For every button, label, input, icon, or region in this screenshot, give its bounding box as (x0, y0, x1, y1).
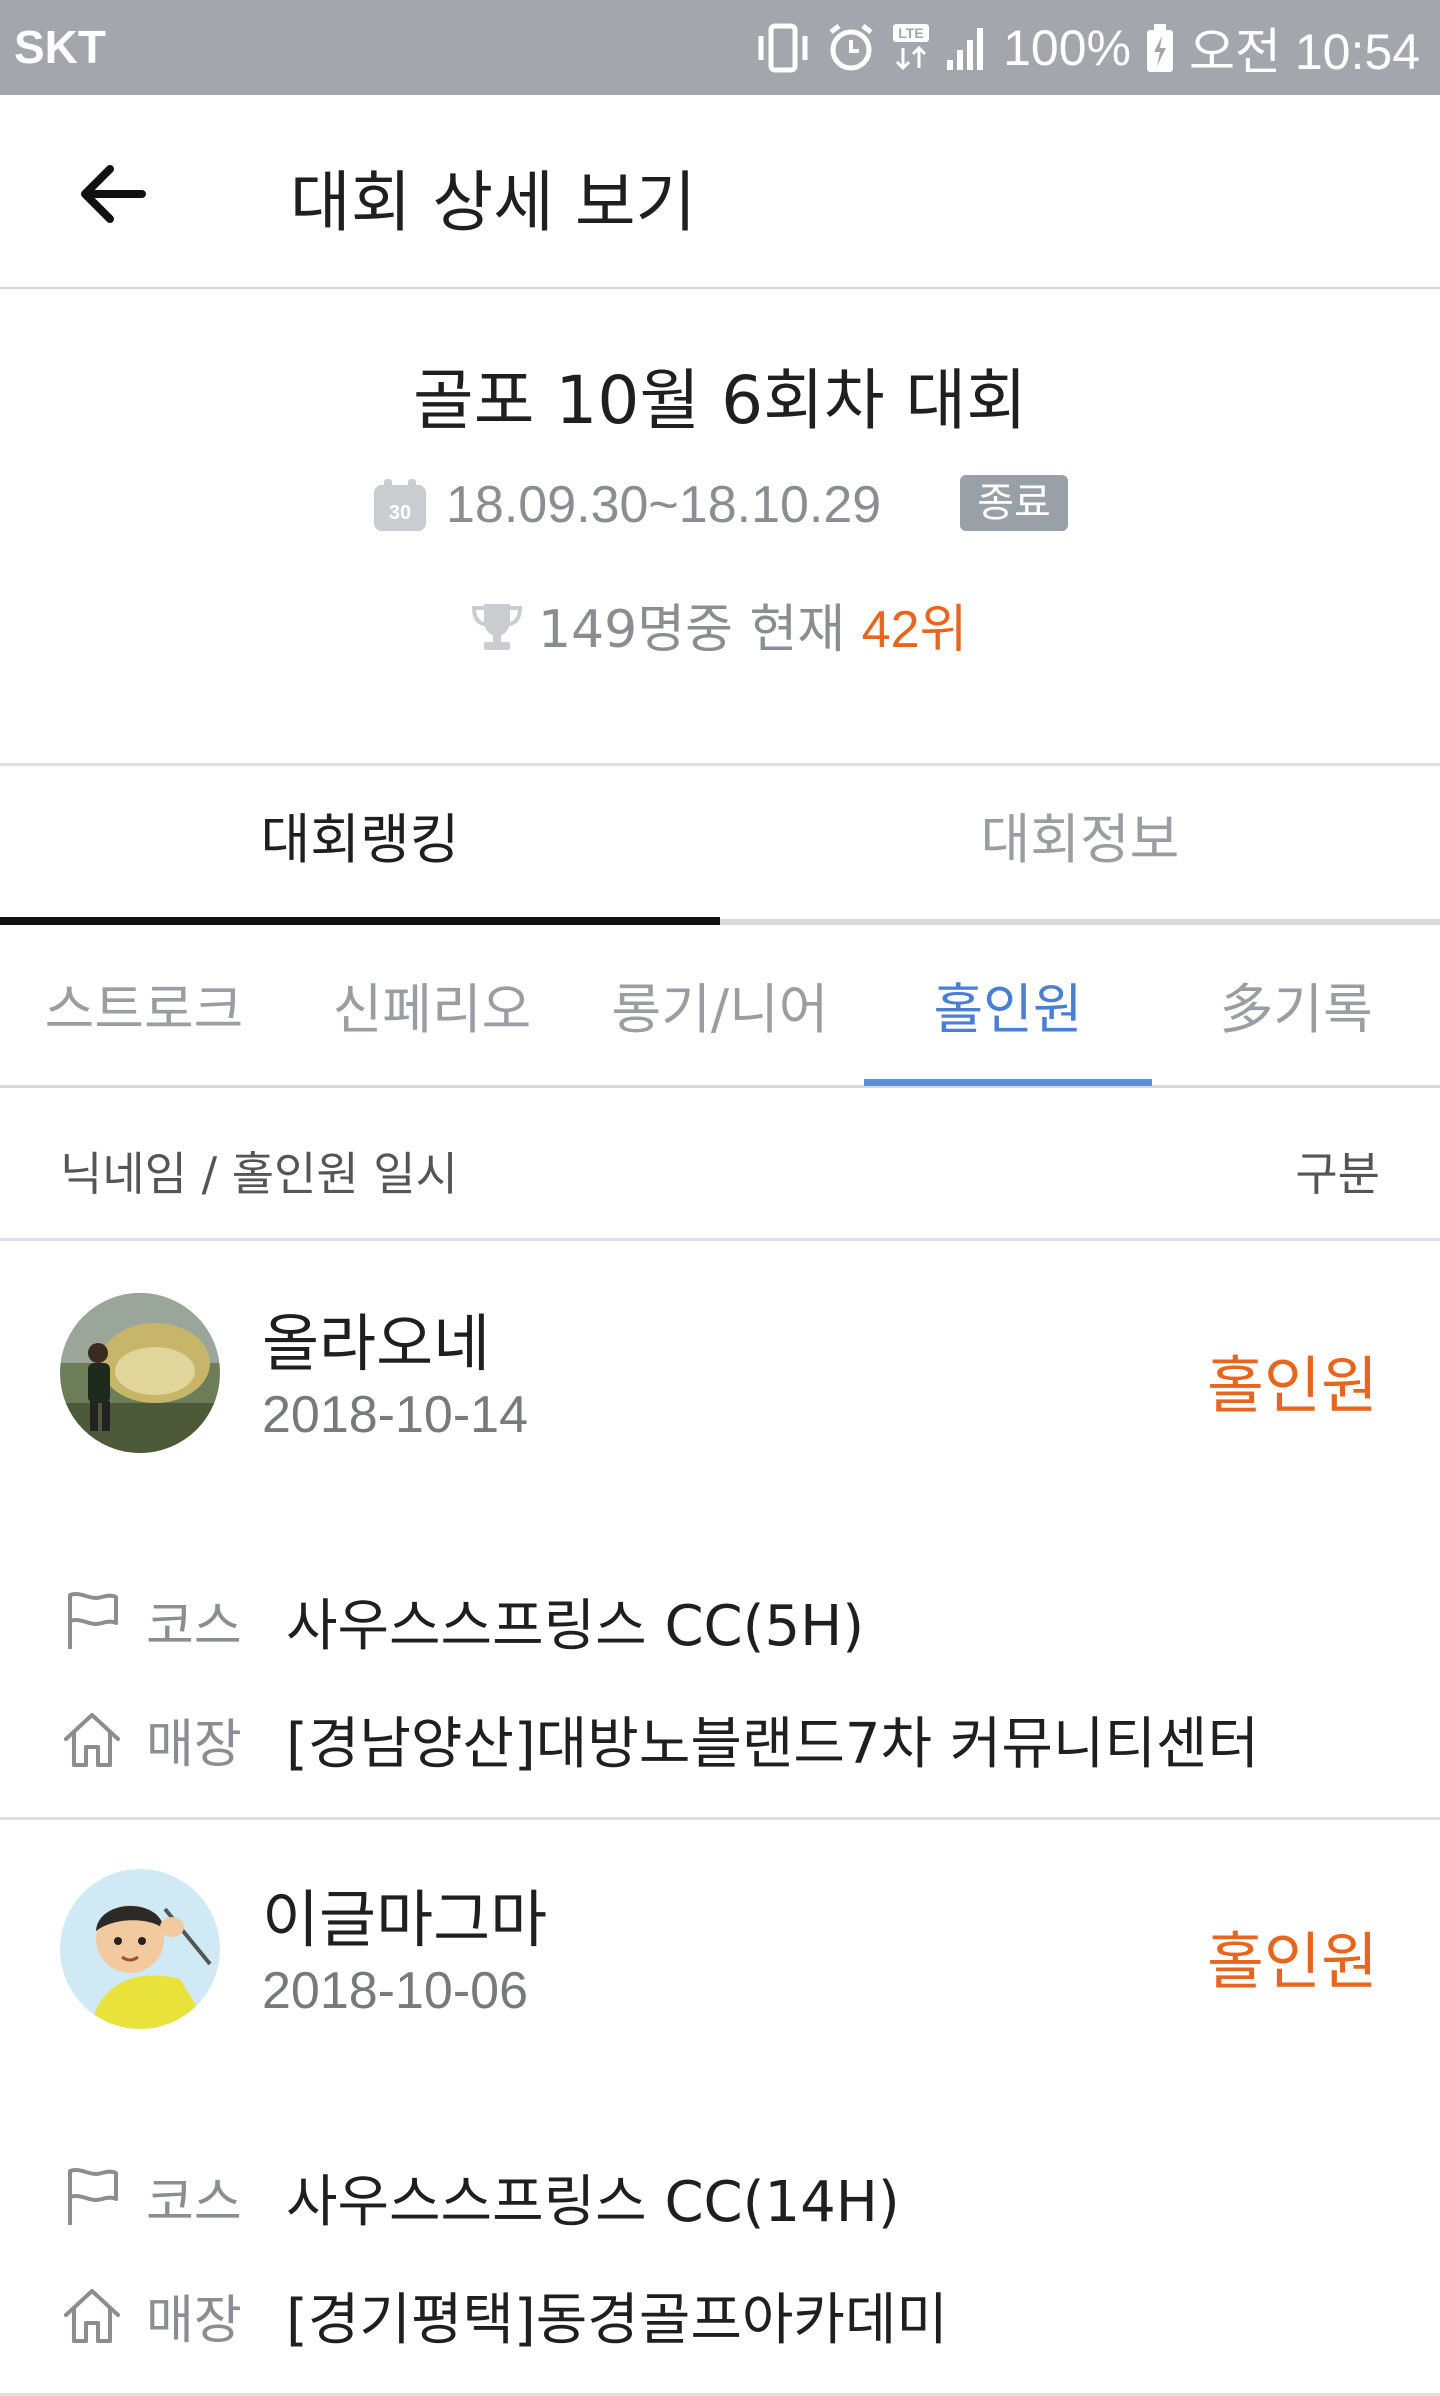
battery-percent: 100% (1003, 20, 1131, 76)
subtab-longest-nearest[interactable]: 롱기/니어 (576, 965, 864, 1044)
sub-tabs: 스트로크 신페리오 롱기/니어 홀인원 多기록 (0, 925, 1440, 1088)
event-header: 골포 10월 6회차 대회 30 18.09.30~18.10.29 종료 14… (0, 289, 1440, 766)
my-rank: 149명중 현재 42위 (470, 587, 967, 662)
calendar-day: 30 (389, 502, 411, 524)
main-tabs: 대회랭킹 대회정보 (0, 765, 1440, 925)
status-badge: 종료 (960, 475, 1068, 531)
subtab-hole-in-one[interactable]: 홀인원 (864, 965, 1152, 1044)
nickname: 올라오네 (262, 1307, 491, 1380)
list-header-left: 닉네임 / 홀인원 일시 (60, 1147, 458, 1201)
status-icons: LTE 100% 오전 10:54 (755, 16, 1420, 80)
home-icon (64, 2289, 120, 2343)
rank-text: 149명중 현재 42위 (538, 587, 967, 662)
nickname: 이글마그마 (262, 1883, 548, 1956)
avatar (60, 1869, 220, 2029)
lte-icon: LTE (891, 22, 931, 74)
flag-icon (68, 1592, 118, 1649)
app-bar: 대회 상세 보기 (0, 95, 1440, 289)
clock-time: 오전 10:54 (1188, 24, 1420, 80)
rank-prefix: 149명중 현재 (538, 600, 862, 660)
subtab-active-indicator (864, 1079, 1152, 1086)
back-button[interactable] (70, 149, 160, 239)
lte-text: LTE (898, 25, 923, 41)
record-type: 홀인원 (1206, 1349, 1378, 1422)
store-name: [경기평택]동경골프아카데미 (286, 2287, 948, 2353)
tab-info[interactable]: 대회정보 (720, 765, 1440, 925)
avatar (60, 1293, 220, 1453)
event-dates: 18.09.30~18.10.29 (446, 476, 882, 534)
event-title: 골포 10월 6회차 대회 (413, 362, 1027, 439)
tab-ranking[interactable]: 대회랭킹 (0, 765, 720, 925)
carrier-label: SKT (14, 21, 106, 73)
list-item[interactable]: 이글마그마 2018-10-06 홀인원 코스 사우스스프링스 CC(14H) … (0, 1817, 1440, 2396)
signal-icon (945, 24, 989, 72)
subtab-new-perio[interactable]: 신페리오 (288, 965, 576, 1044)
store-row: 매장 [경남양산]대방노블랜드7차 커뮤니티센터 (60, 1699, 1259, 1779)
vibrate-icon (755, 22, 811, 74)
subtab-records[interactable]: 多기록 (1152, 965, 1440, 1044)
event-period: 30 18.09.30~18.10.29 (372, 475, 881, 535)
hole-in-one-date: 2018-10-14 (262, 1386, 528, 1444)
subtab-stroke[interactable]: 스트로크 (0, 965, 288, 1044)
list-header: 닉네임 / 홀인원 일시 구분 (0, 1088, 1440, 1241)
trophy-icon (471, 603, 523, 650)
store-label: 매장 (146, 2290, 242, 2351)
hole-in-one-date: 2018-10-06 (262, 1962, 528, 2020)
alarm-icon (825, 22, 877, 74)
flag-icon (68, 2168, 118, 2225)
course-row: 코스 사우스스프링스 CC(5H) (60, 1581, 864, 1661)
course-label: 코스 (146, 2172, 242, 2233)
course-name: 사우스스프링스 CC(14H) (286, 2169, 900, 2235)
arrow-left-icon (81, 165, 146, 223)
store-row: 매장 [경기평택]동경골프아카데미 (60, 2275, 948, 2355)
record-type: 홀인원 (1206, 1925, 1378, 1998)
course-name: 사우스스프링스 CC(5H) (286, 1593, 865, 1659)
tab-active-indicator (0, 917, 720, 925)
home-icon (64, 1713, 120, 1767)
store-name: [경남양산]대방노블랜드7차 커뮤니티센터 (286, 1711, 1259, 1777)
store-label: 매장 (146, 1714, 242, 1775)
course-row: 코스 사우스스프링스 CC(14H) (60, 2157, 900, 2237)
rank-value: 42위 (861, 601, 968, 659)
page-title: 대회 상세 보기 (290, 164, 697, 241)
list-header-right: 구분 (1295, 1147, 1380, 1201)
course-label: 코스 (146, 1596, 242, 1657)
battery-charging-icon (1145, 22, 1175, 74)
status-bar: SKT LTE 100% 오전 10:54 (0, 0, 1440, 95)
calendar-icon: 30 (374, 479, 426, 531)
list-item[interactable]: 올라오네 2018-10-14 홀인원 코스 사우스스프링스 CC(5H) 매장… (0, 1241, 1440, 1820)
